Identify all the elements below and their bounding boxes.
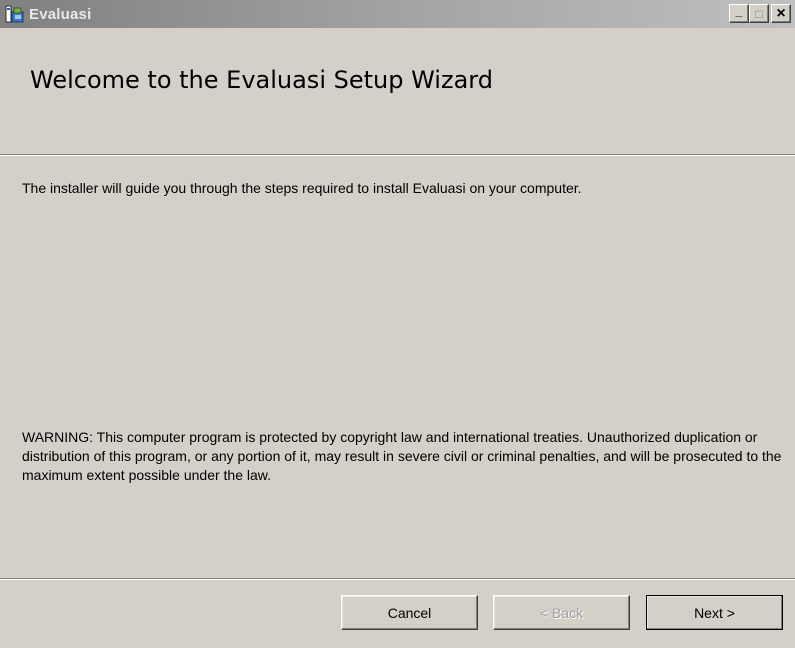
minimize-button[interactable]: _ bbox=[729, 4, 749, 23]
header-divider bbox=[0, 154, 795, 156]
page-title: Welcome to the Evaluasi Setup Wizard bbox=[30, 66, 493, 94]
minimize-icon: _ bbox=[735, 3, 743, 18]
footer-divider bbox=[0, 578, 795, 580]
caption-buttons: _ □ × bbox=[729, 4, 791, 23]
cancel-button[interactable]: Cancel bbox=[341, 595, 478, 630]
title-bar[interactable]: Evaluasi _ □ × bbox=[0, 0, 795, 28]
next-button[interactable]: Next > bbox=[646, 595, 783, 630]
window-title: Evaluasi bbox=[29, 5, 92, 23]
close-button[interactable]: × bbox=[771, 4, 791, 23]
installer-icon bbox=[5, 4, 25, 24]
close-icon: × bbox=[776, 4, 786, 22]
copyright-warning-text: WARNING: This computer program is protec… bbox=[22, 429, 782, 483]
maximize-button[interactable]: □ bbox=[749, 4, 769, 23]
maximize-icon: □ bbox=[755, 6, 763, 21]
setup-wizard-window: Evaluasi _ □ × Welcome to the Evaluasi S… bbox=[0, 0, 795, 648]
intro-text: The installer will guide you through the… bbox=[22, 180, 582, 196]
wizard-header: Welcome to the Evaluasi Setup Wizard bbox=[0, 28, 795, 154]
back-button[interactable]: < Back bbox=[493, 595, 630, 630]
